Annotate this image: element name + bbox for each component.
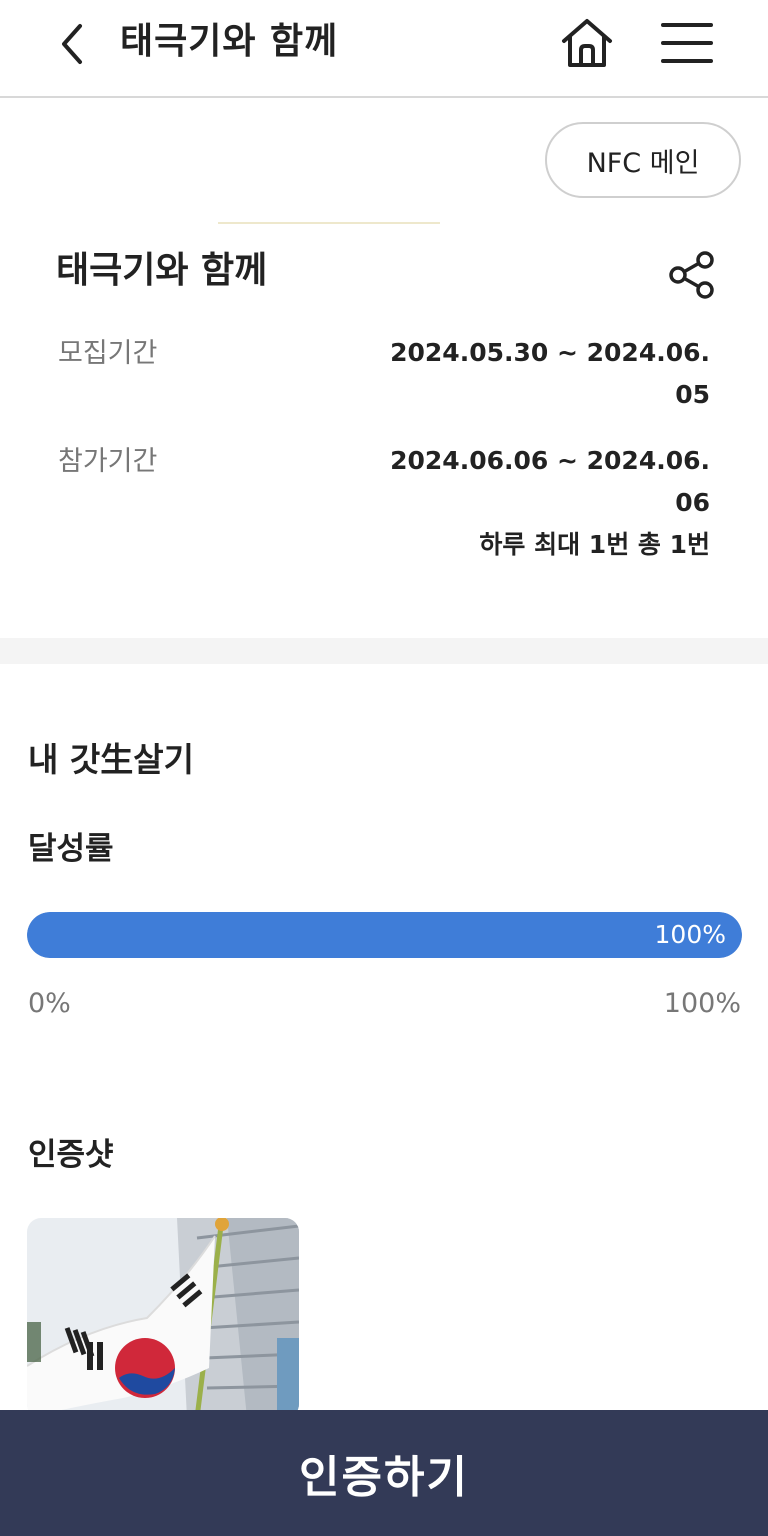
chevron-left-icon <box>62 24 82 64</box>
hamburger-menu-icon <box>661 23 713 63</box>
share-icon <box>669 251 714 299</box>
participate-period-label: 참가기간 <box>58 446 158 477</box>
progress-scale-max: 100% <box>663 988 741 1019</box>
verify-button-label: 인증하기 <box>299 1452 469 1503</box>
achievement-progress-fill <box>27 912 742 958</box>
proof-shot-thumbnail[interactable] <box>27 1218 299 1418</box>
verify-button[interactable]: 인증하기 <box>0 1410 768 1536</box>
home-button[interactable] <box>556 14 618 72</box>
share-button[interactable] <box>664 248 720 302</box>
back-button[interactable] <box>46 16 96 72</box>
page-title: 태극기와 함께 <box>120 21 339 62</box>
home-icon <box>562 19 612 67</box>
event-title: 태극기와 함께 <box>56 250 268 291</box>
proof-shots-title: 인증샷 <box>28 1137 114 1173</box>
recruit-period-label: 모집기간 <box>58 338 158 369</box>
nfc-main-button[interactable]: NFC 메인 <box>545 122 741 198</box>
achievement-title: 달성률 <box>28 831 114 867</box>
section-divider <box>0 638 768 664</box>
progress-scale-min: 0% <box>28 988 71 1019</box>
recruit-period-value: 2024.05.30 ~ 2024.06.05 <box>390 338 710 409</box>
my-section-title: 내 갓生살기 <box>28 740 194 779</box>
achievement-progress-bar: 100% <box>27 912 742 958</box>
top-app-bar: 태극기와 함께 <box>0 0 768 98</box>
decorative-divider <box>218 222 440 224</box>
menu-button[interactable] <box>656 14 718 72</box>
achievement-progress-label: 100% <box>654 920 726 949</box>
participate-period-value: 2024.06.06 ~ 2024.06.06 <box>390 446 710 517</box>
taegukgi-flag-photo <box>27 1218 299 1418</box>
participation-limit: 하루 최대 1번 총 1번 <box>479 530 710 559</box>
